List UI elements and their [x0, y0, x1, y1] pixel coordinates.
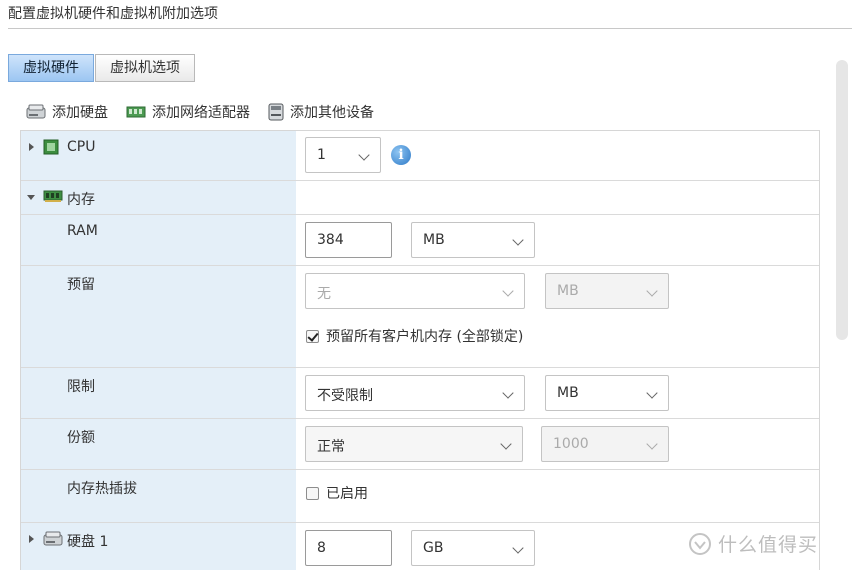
reservation-unit-value: MB: [557, 283, 579, 299]
ram-size-value: 384: [317, 232, 344, 248]
ram-unit-value: MB: [423, 232, 445, 248]
hardware-table: CPU 1 i 内存 RAM 384 MB 预留 无 MB 预留所有客户机内存 …: [20, 130, 820, 570]
tab-vm-options[interactable]: 虚拟机选项: [95, 54, 195, 82]
disk-unit-select[interactable]: GB: [411, 530, 535, 566]
cpu-icon: [43, 139, 59, 159]
chevron-down-icon: [646, 387, 658, 399]
hard-disk-icon: [43, 531, 63, 551]
cpu-label: CPU: [67, 139, 96, 155]
disk-size-input[interactable]: 8: [305, 530, 392, 566]
ram-unit-select[interactable]: MB: [411, 222, 535, 258]
chevron-down-icon: [512, 542, 524, 554]
watermark-text: 什么值得买: [718, 534, 819, 556]
info-icon[interactable]: i: [391, 145, 411, 165]
ram-size-input[interactable]: 384: [305, 222, 392, 258]
reserve-all-checkbox[interactable]: 预留所有客户机内存 (全部锁定): [306, 326, 523, 346]
chevron-down-icon: [646, 438, 658, 450]
reservation-select[interactable]: 无: [305, 273, 525, 309]
shares-amount-value: 1000: [553, 436, 589, 452]
limit-row: 限制 不受限制 MB: [21, 368, 819, 419]
header-divider: [8, 28, 852, 29]
watermark-logo-icon: [689, 532, 711, 555]
expand-caret-icon[interactable]: [29, 535, 34, 543]
vertical-scrollbar[interactable]: [836, 60, 848, 340]
tab-virtual-hardware[interactable]: 虚拟硬件: [8, 54, 94, 82]
memory-icon: [43, 189, 63, 207]
cpu-count-select[interactable]: 1: [305, 137, 381, 173]
cpu-count-value: 1: [317, 147, 326, 163]
reservation-value: 无: [317, 286, 331, 302]
limit-unit-select[interactable]: MB: [545, 375, 669, 411]
add-other-device-label: 添加其他设备: [290, 105, 374, 121]
ram-row: RAM 384 MB: [21, 215, 819, 266]
checkbox-unchecked-icon[interactable]: [306, 486, 319, 500]
add-disk-button[interactable]: 添加硬盘: [26, 102, 108, 122]
memory-row: 内存: [21, 181, 819, 215]
chevron-down-icon: [358, 149, 370, 161]
reservation-row: 预留 无 MB 预留所有客户机内存 (全部锁定): [21, 266, 819, 368]
hotplug-enable-label: 已启用: [326, 486, 368, 502]
disk-unit-value: GB: [423, 540, 444, 556]
memory-hotplug-row: 内存热插拔 已启用: [21, 470, 819, 523]
hotplug-enable-checkbox[interactable]: 已启用: [306, 483, 368, 503]
add-other-device-button[interactable]: 添加其他设备: [268, 102, 374, 122]
cpu-row: CPU 1 i: [21, 131, 819, 181]
ram-label: RAM: [67, 223, 98, 239]
watermark: 什么值得买: [688, 530, 818, 557]
network-card-icon: [126, 105, 146, 119]
chevron-down-icon: [500, 438, 512, 450]
disk-size-value: 8: [317, 540, 326, 556]
add-network-adapter-button[interactable]: 添加网络适配器: [126, 102, 250, 122]
add-disk-label: 添加硬盘: [52, 105, 108, 121]
disk-label: 硬盘 1: [67, 534, 109, 550]
memory-hotplug-label: 内存热插拔: [67, 481, 137, 497]
shares-amount-select[interactable]: 1000: [541, 426, 669, 462]
limit-value: 不受限制: [317, 388, 373, 404]
chevron-down-icon: [502, 387, 514, 399]
hard-disk-icon: [26, 104, 46, 120]
page-title: 配置虚拟机硬件和虚拟机附加选项: [8, 6, 218, 22]
reservation-unit-select[interactable]: MB: [545, 273, 669, 309]
chevron-down-icon: [512, 234, 524, 246]
shares-label: 份额: [67, 430, 95, 446]
limit-select[interactable]: 不受限制: [305, 375, 525, 411]
reservation-label: 预留: [67, 277, 95, 293]
chevron-down-icon: [502, 285, 514, 297]
tab-bar: 虚拟硬件 虚拟机选项: [8, 54, 195, 82]
device-icon: [268, 103, 284, 121]
device-toolbar: 添加硬盘 添加网络适配器 添加其他设备: [26, 101, 392, 123]
collapse-caret-icon[interactable]: [27, 195, 35, 200]
shares-select[interactable]: 正常: [305, 426, 523, 462]
checkbox-checked-icon[interactable]: [306, 329, 319, 343]
add-network-adapter-label: 添加网络适配器: [152, 105, 250, 121]
chevron-down-icon: [646, 285, 658, 297]
memory-label: 内存: [67, 192, 95, 208]
limit-label: 限制: [67, 379, 95, 395]
shares-value: 正常: [317, 439, 345, 455]
reserve-all-label: 预留所有客户机内存 (全部锁定): [326, 329, 524, 345]
limit-unit-value: MB: [557, 385, 579, 401]
expand-caret-icon[interactable]: [29, 143, 34, 151]
shares-row: 份额 正常 1000: [21, 419, 819, 470]
